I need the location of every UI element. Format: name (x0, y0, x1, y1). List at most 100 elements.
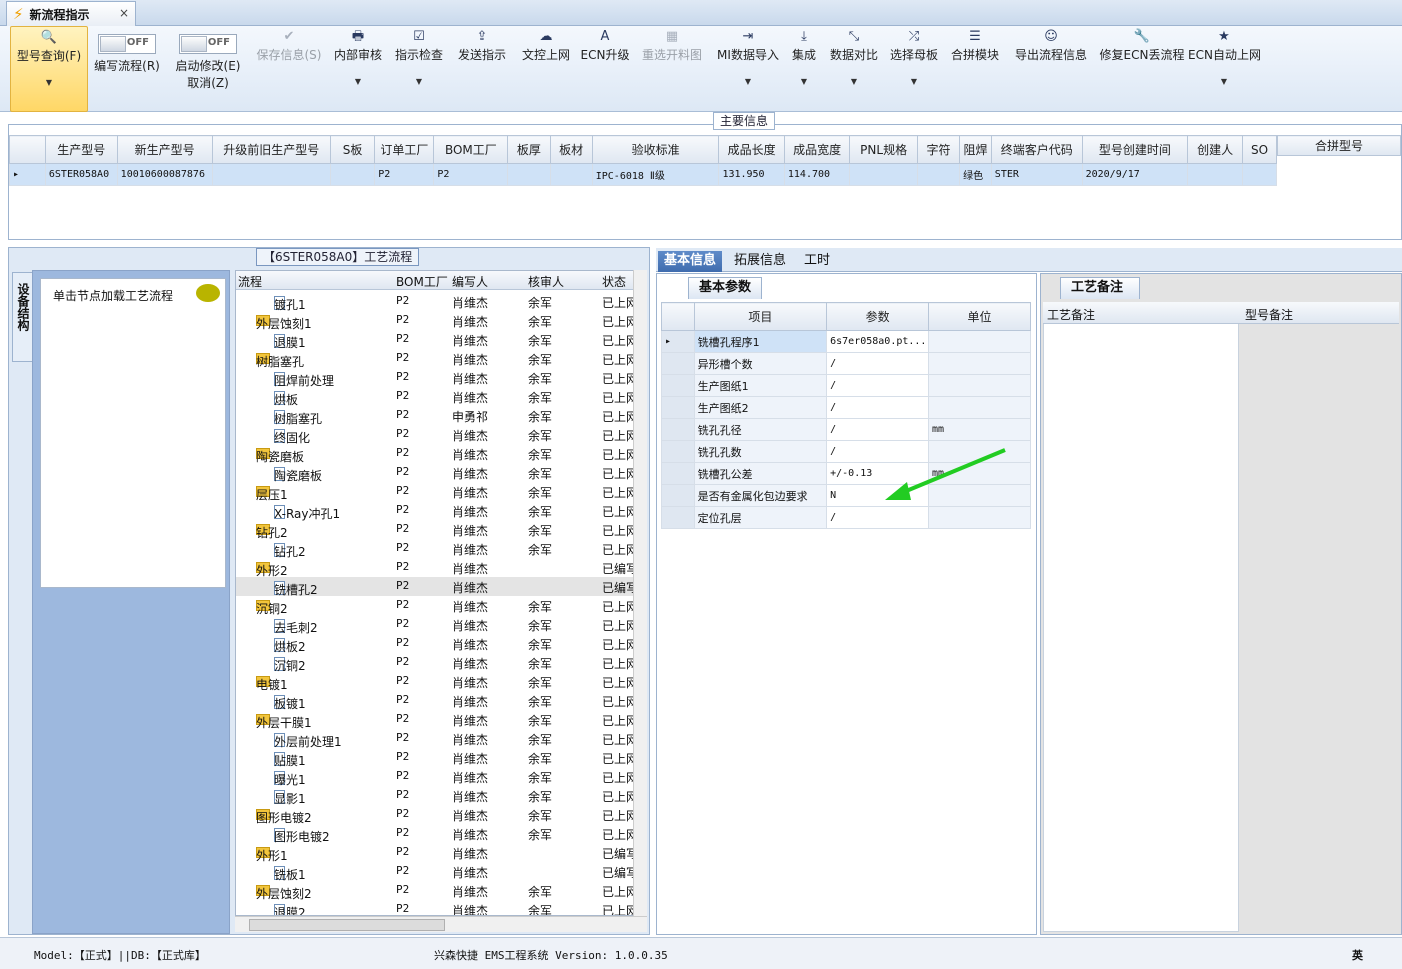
main-cell[interactable] (507, 163, 551, 186)
toolbar-auto-button[interactable]: OFF 启动修改(E) 取消(Z) (166, 26, 250, 112)
param-unit[interactable] (928, 352, 1031, 375)
param-value[interactable]: / (826, 374, 930, 397)
basic-col-header[interactable]: 单位 (928, 302, 1031, 331)
main-cell[interactable] (916, 163, 961, 186)
basic-col-header[interactable]: 项目 (693, 302, 828, 331)
tree-row[interactable]: 显影1P2肖维杰余军已上网 (236, 786, 636, 806)
main-col-header[interactable]: 验收标准 (591, 135, 720, 164)
tree-row[interactable]: 阻焊前处理P2肖维杰余军已上网 (236, 368, 636, 388)
tree-row[interactable]: −外层蚀刻2P2肖维杰余军已上网 (236, 881, 636, 901)
toolbar-query-button[interactable]: 🔍 型号查询(F) ▼ (10, 26, 88, 112)
main-cell[interactable] (849, 163, 918, 186)
chevron-down-icon[interactable]: ▼ (784, 77, 824, 86)
tab-work-hours[interactable]: 工时 (798, 251, 836, 272)
main-cell[interactable]: 6STER058A0 (44, 163, 118, 186)
tree-row[interactable]: 陶瓷磨板P2肖维杰余军已上网 (236, 463, 636, 483)
toggle-switch[interactable]: OFF (98, 34, 156, 54)
table-row[interactable]: 异形槽个数 / (661, 352, 1031, 375)
main-col-header[interactable]: 生产型号 (44, 135, 118, 164)
toolbar-send-button[interactable]: ⇪ 发送指示 (450, 26, 514, 112)
main-cell[interactable]: P2 (433, 163, 509, 186)
tab-process-notes[interactable]: 工艺备注 (1060, 277, 1140, 299)
chevron-down-icon[interactable]: ▼ (388, 77, 450, 86)
main-cell[interactable]: STER (990, 163, 1083, 186)
tree-row[interactable]: 终固化P2肖维杰余军已上网 (236, 425, 636, 445)
main-col-header[interactable]: 成品长度 (718, 135, 785, 164)
main-cell[interactable]: IPC-6018 Ⅱ级 (591, 163, 720, 186)
toolbar-fix-button[interactable]: 🔧 修复ECN丢流程 (1096, 26, 1188, 112)
toolbar-write-button[interactable]: OFF 编写流程(R) (88, 26, 166, 112)
param-value[interactable]: / (826, 418, 930, 441)
main-col-header[interactable]: SO (1242, 135, 1277, 164)
main-col-header[interactable]: S板 (329, 135, 376, 164)
toolbar-upload-button[interactable]: ☁ 文控上网 (514, 26, 578, 112)
param-value[interactable]: / (826, 352, 930, 375)
tree-row[interactable]: 去毛刺2P2肖维杰余军已上网 (236, 615, 636, 635)
tree-row[interactable]: 贴膜1P2肖维杰余军已上网 (236, 748, 636, 768)
toolbar-check-button[interactable]: ☑ 指示检查 ▼ (388, 26, 450, 112)
close-icon[interactable]: × (119, 6, 129, 20)
tree-row[interactable]: 烘板P2肖维杰余军已上网 (236, 387, 636, 407)
tree-vertical-scrollbar[interactable] (633, 270, 647, 916)
param-unit[interactable]: mm (928, 418, 1031, 441)
tree-horizontal-scrollbar[interactable] (235, 916, 647, 932)
main-col-header[interactable]: 板材 (549, 135, 593, 164)
param-unit[interactable] (928, 506, 1031, 529)
param-value[interactable]: / (826, 396, 930, 419)
param-unit[interactable] (928, 374, 1031, 397)
main-cell[interactable] (211, 163, 331, 186)
param-value[interactable]: / (826, 506, 930, 529)
tree-row[interactable]: 退膜1P2肖维杰余军已上网 (236, 330, 636, 350)
main-col-header[interactable]: 创建人 (1187, 135, 1244, 164)
process-notes-area[interactable] (1043, 302, 1239, 932)
tree-row[interactable]: 钻孔2P2肖维杰余军已上网 (236, 539, 636, 559)
param-unit[interactable] (928, 396, 1031, 419)
table-row[interactable]: 铣孔孔径 / mm (661, 418, 1031, 441)
table-row[interactable]: 定位孔层 / (661, 506, 1031, 529)
main-cell[interactable] (329, 163, 376, 186)
toolbar-merge-button[interactable]: ☰ 合拼模块 (944, 26, 1006, 112)
table-row[interactable]: ▸ 铣槽孔程序1 6s7er058a0.pt... (661, 330, 1031, 353)
main-cell[interactable]: 114.700 (783, 163, 851, 186)
toolbar-compare-button[interactable]: ⤡ 数据对比 ▼ (824, 26, 884, 112)
main-col-header[interactable]: PNL规格 (849, 135, 918, 164)
tab-equipment-structure[interactable]: 设备结构 (12, 272, 34, 362)
tree-row[interactable]: −层压1P2肖维杰余军已上网 (236, 482, 636, 502)
tree-row[interactable]: −电镀1P2肖维杰余军已上网 (236, 672, 636, 692)
tree-row[interactable]: −外层蚀刻1P2肖维杰余军已上网 (236, 311, 636, 331)
ime-indicator[interactable]: 英 (1352, 947, 1363, 963)
main-col-header[interactable]: 终端客户代码 (990, 135, 1083, 164)
main-cell[interactable] (549, 163, 593, 186)
tree-row[interactable]: 树脂塞孔P2申勇祁余军已上网 (236, 406, 636, 426)
tree-row[interactable]: −外形1P2肖维杰已编写 (236, 843, 636, 863)
tree-row[interactable]: 铣槽孔2P2肖维杰已编写 (236, 577, 636, 597)
main-col-header[interactable]: 字符 (916, 135, 961, 164)
tree-col-header[interactable]: 编写人 (452, 273, 488, 290)
tree-row[interactable]: 图形电镀2P2肖维杰余军已上网 (236, 824, 636, 844)
main-cell[interactable] (1242, 163, 1277, 186)
basic-col-header[interactable]: 参数 (826, 302, 930, 331)
tree-col-header[interactable]: 流程 (238, 273, 262, 290)
toolbar-ecn-button[interactable]: A ECN升级 (578, 26, 632, 112)
tree-col-header[interactable]: 核审人 (528, 273, 564, 290)
tree-row[interactable]: 外层前处理1P2肖维杰余军已上网 (236, 729, 636, 749)
table-row[interactable]: ▸ 6STER058A0 10010600087876 P2 P2 IPC-6018 Ⅱ级… (9, 163, 1277, 186)
tree-row[interactable]: 板镀1P2肖维杰余军已上网 (236, 691, 636, 711)
main-col-header[interactable]: 成品宽度 (783, 135, 851, 164)
chevron-down-icon[interactable]: ▼ (1188, 77, 1260, 86)
main-cell[interactable] (1187, 163, 1244, 186)
toolbar-reselect-button[interactable]: ▦ 重选开料图 (632, 26, 712, 112)
toolbar-save-button[interactable]: ✔ 保存信息(S) (250, 26, 328, 112)
main-col-header[interactable]: BOM工厂 (433, 135, 509, 164)
main-col-header[interactable]: 型号创建时间 (1081, 135, 1189, 164)
main-cell[interactable]: 131.950 (718, 163, 785, 186)
main-col-header[interactable]: 板厚 (507, 135, 551, 164)
toolbar-review-button[interactable]: 🖶 内部审核 ▼ (328, 26, 388, 112)
tree-row[interactable]: −沉铜2P2肖维杰余军已上网 (236, 596, 636, 616)
tree-row[interactable]: 铣板1P2肖维杰已编写 (236, 862, 636, 882)
tree-row[interactable]: X-Ray冲孔1P2肖维杰余军已上网 (236, 501, 636, 521)
tab-basic-info[interactable]: 基本信息 (658, 251, 723, 272)
main-cell[interactable]: 10010600087876 (116, 163, 213, 186)
toggle-switch[interactable]: OFF (179, 34, 237, 54)
toolbar-mi-button[interactable]: ⇥ MI数据导入 ▼ (712, 26, 784, 112)
